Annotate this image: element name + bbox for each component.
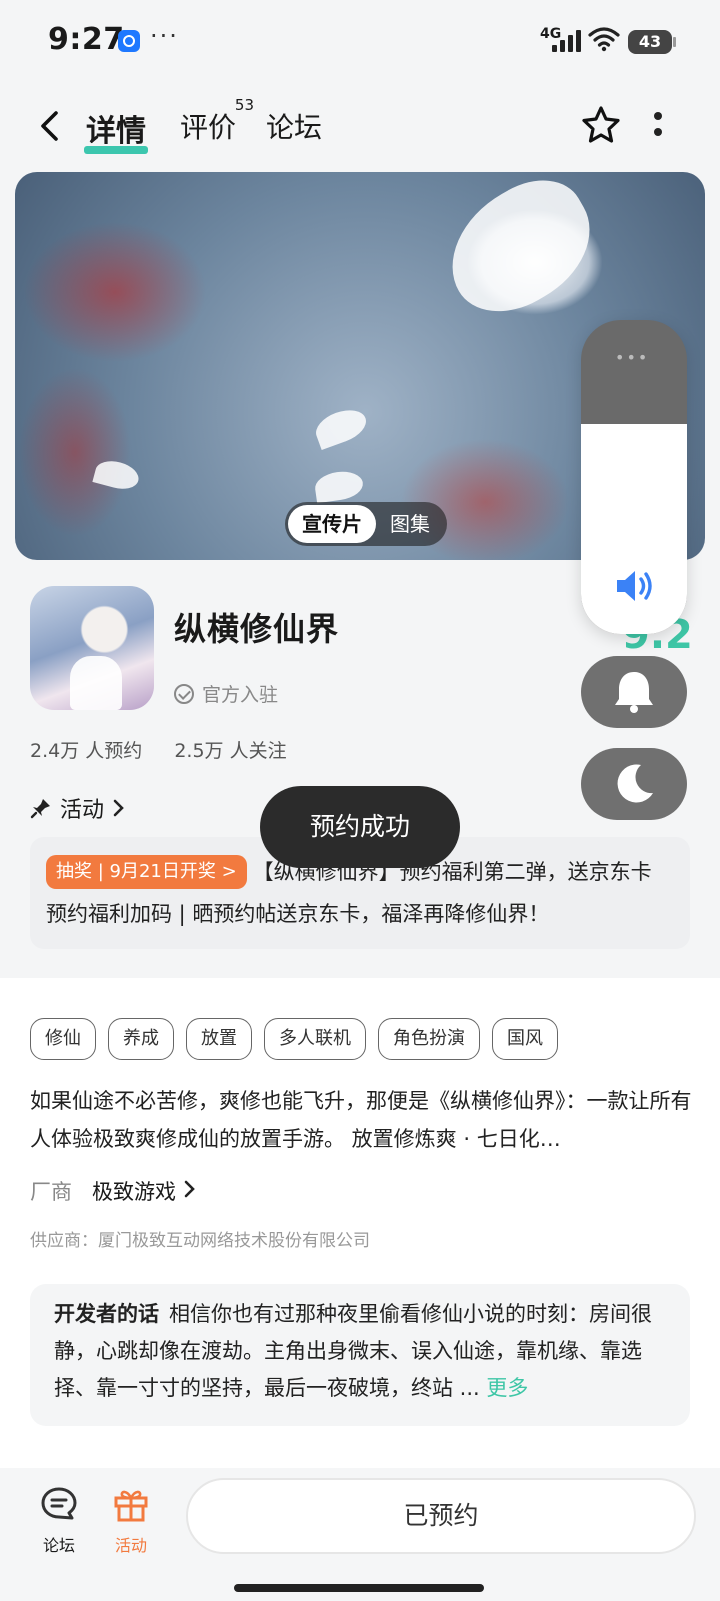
tab-forum[interactable]: 论坛 bbox=[266, 106, 322, 146]
supplier-info: 供应商：厦门极致互动网络技术股份有限公司 bbox=[30, 1231, 370, 1251]
activity-nav-label: 活动 bbox=[114, 1536, 147, 1555]
tag-item[interactable]: 养成 bbox=[108, 1018, 174, 1060]
lottery-tag[interactable]: 抽奖 | 9月21日开奖 > bbox=[46, 855, 247, 889]
tag-item[interactable]: 放置 bbox=[186, 1018, 252, 1060]
petal-decoration bbox=[92, 456, 142, 494]
media-segment-switch: 宣传片 图集 bbox=[285, 502, 447, 546]
back-arrow-icon[interactable] bbox=[34, 108, 68, 144]
tab-forum-label: 论坛 bbox=[266, 111, 323, 144]
vendor-link[interactable]: 极致游戏 bbox=[92, 1176, 197, 1206]
activity-nav-button[interactable]: 活动 bbox=[96, 1484, 166, 1556]
signal-icon bbox=[552, 28, 582, 52]
more-options-icon[interactable] bbox=[650, 106, 666, 146]
vendor-row: 厂商 极致游戏 bbox=[30, 1176, 197, 1206]
check-circle-icon bbox=[174, 683, 194, 704]
developer-note: 开发者的话 相信你也有过那种夜里偷看修仙小说的时刻：房间很静，心跳却像在渡劫。主角… bbox=[54, 1296, 670, 1407]
favorite-star-icon[interactable] bbox=[580, 104, 622, 146]
flower-decoration bbox=[427, 172, 613, 333]
official-badge: 官方入驻 bbox=[174, 680, 278, 707]
game-stats: 2.4万 人预约 2.5万 人关注 bbox=[30, 736, 287, 763]
do-not-disturb-button[interactable] bbox=[581, 748, 687, 820]
petal-decoration bbox=[313, 468, 365, 504]
follower-count: 2.5万 人关注 bbox=[174, 740, 287, 762]
moon-icon bbox=[617, 764, 653, 803]
vendor-name: 极致游戏 bbox=[92, 1180, 176, 1204]
chevron-right-icon bbox=[113, 799, 124, 817]
forum-chat-icon bbox=[41, 1487, 77, 1520]
speaker-volume-icon bbox=[617, 571, 652, 601]
vendor-key: 厂商 bbox=[30, 1180, 72, 1204]
bottom-action-bar: 论坛 活动 已预约 bbox=[0, 1468, 720, 1601]
game-app-icon bbox=[30, 586, 154, 710]
toast-message: 预约成功 bbox=[260, 786, 460, 868]
reviews-count-badge: 53 bbox=[234, 96, 255, 114]
forum-nav-button[interactable]: 论坛 bbox=[24, 1484, 94, 1556]
gift-icon bbox=[114, 1490, 148, 1522]
official-label: 官方入驻 bbox=[202, 684, 279, 706]
more-link[interactable]: 更多 bbox=[486, 1376, 528, 1400]
tag-item[interactable]: 国风 bbox=[492, 1018, 558, 1060]
developer-note-card[interactable]: 开发者的话 相信你也有过那种夜里偷看修仙小说的时刻：房间很静，心跳却像在渡劫。主角… bbox=[30, 1284, 690, 1426]
top-navigation: 详情 评价 53 论坛 bbox=[0, 92, 720, 162]
chevron-right-icon bbox=[184, 1180, 195, 1198]
volume-slider[interactable]: ••• bbox=[581, 320, 687, 634]
pin-icon bbox=[30, 799, 50, 819]
ring-mode-button[interactable] bbox=[581, 656, 687, 728]
notification-app-icon bbox=[118, 30, 140, 52]
status-time: 9:27 bbox=[48, 22, 125, 57]
panel-grip-dots: ••• bbox=[615, 348, 650, 367]
developer-note-label: 开发者的话 bbox=[54, 1302, 159, 1326]
status-more-dots: ··· bbox=[150, 22, 179, 50]
bell-icon bbox=[615, 672, 653, 713]
tab-reviews-label: 评价 bbox=[180, 111, 237, 144]
segment-gallery[interactable]: 图集 bbox=[376, 505, 444, 543]
genre-tags: 修仙 养成 放置 多人联机 角色扮演 国风 bbox=[30, 1018, 558, 1060]
forum-nav-label: 论坛 bbox=[42, 1536, 75, 1555]
tab-details-label: 详情 bbox=[86, 114, 146, 149]
tab-reviews[interactable]: 评价 53 bbox=[180, 96, 254, 146]
tab-details[interactable]: 详情 bbox=[84, 106, 148, 154]
wifi-icon bbox=[588, 27, 620, 52]
battery-icon: 43 bbox=[628, 30, 676, 54]
status-bar: 9:27 ··· 4G 43 bbox=[0, 0, 720, 84]
home-indicator[interactable] bbox=[234, 1584, 484, 1592]
petal-decoration bbox=[311, 404, 371, 450]
activity-heading: 活动 bbox=[60, 798, 105, 823]
tag-item[interactable]: 角色扮演 bbox=[378, 1018, 480, 1060]
segment-video[interactable]: 宣传片 bbox=[288, 505, 376, 543]
tag-item[interactable]: 修仙 bbox=[30, 1018, 96, 1060]
reserved-button[interactable]: 已预约 bbox=[186, 1478, 696, 1554]
tag-item[interactable]: 多人联机 bbox=[264, 1018, 366, 1060]
game-title: 纵横修仙界 bbox=[174, 610, 340, 648]
activity-header[interactable]: 活动 bbox=[30, 792, 126, 824]
reservation-count: 2.4万 人预约 bbox=[30, 740, 143, 762]
game-description[interactable]: 如果仙途不必苦修，爽修也能飞升，那便是《纵横修仙界》：一款让所有人体验极致爽修成… bbox=[30, 1082, 692, 1158]
